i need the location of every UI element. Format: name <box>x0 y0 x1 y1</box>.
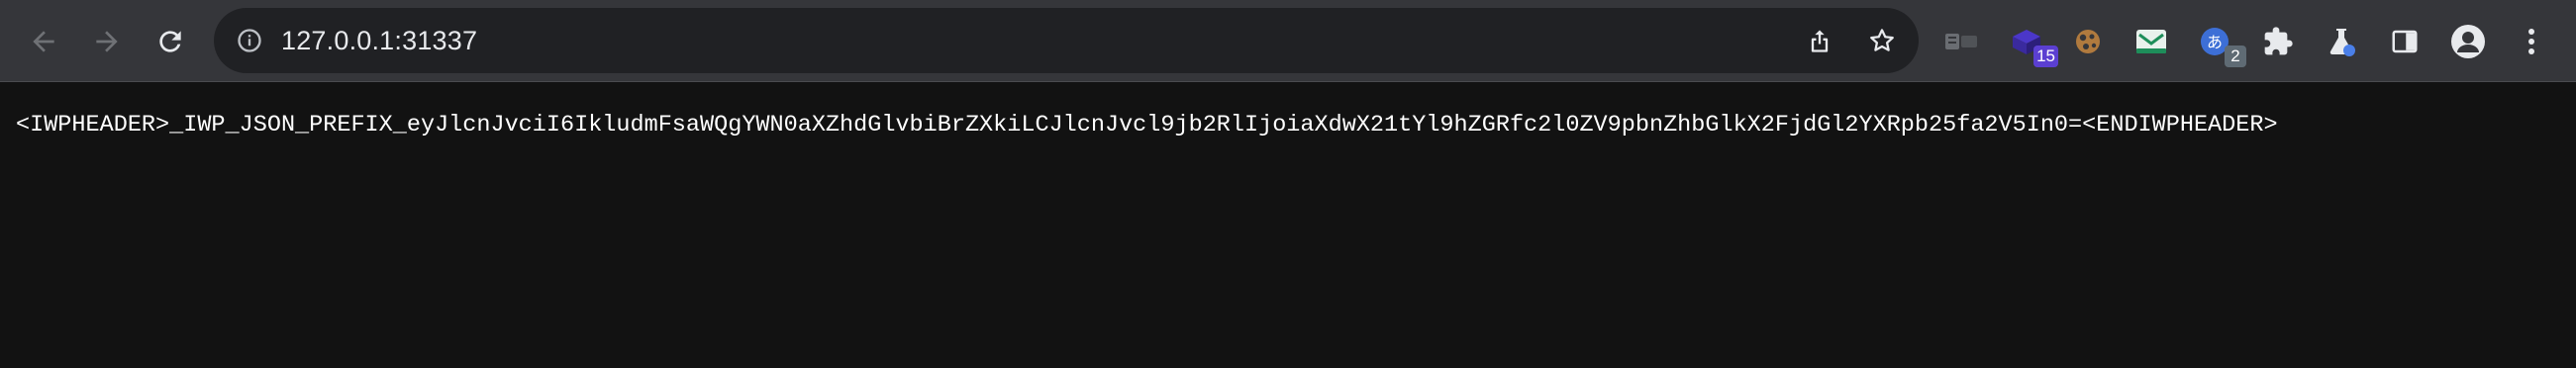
star-icon <box>1870 29 1894 51</box>
profile-icon <box>2451 25 2485 58</box>
reload-button[interactable] <box>147 18 194 65</box>
url-text[interactable]: 127.0.0.1:31337 <box>281 8 477 73</box>
profile-button[interactable] <box>2444 18 2492 65</box>
share-icon <box>1811 30 1829 52</box>
share-button[interactable] <box>1798 19 1841 62</box>
flask-icon <box>2329 29 2355 56</box>
puzzle-icon <box>2264 27 2293 55</box>
extension-cookie[interactable] <box>2064 18 2112 65</box>
side-panel-button[interactable] <box>2381 18 2428 65</box>
extension-badge: 2 <box>2225 46 2246 67</box>
extension-cube[interactable]: 15 <box>2003 18 2058 67</box>
mail-icon <box>2136 30 2166 53</box>
response-text: <IWPHEADER>_IWP_JSON_PREFIX_eyJlcnJvciI6… <box>16 112 2278 138</box>
arrow-left-icon <box>33 31 54 52</box>
back-button[interactable] <box>20 18 67 65</box>
kebab-menu-icon <box>2528 29 2534 54</box>
cookie-icon <box>2076 30 2100 53</box>
browser-toolbar: 127.0.0.1:31337 15 あ 2 <box>0 0 2576 82</box>
extension-mail[interactable] <box>2128 18 2175 65</box>
side-panel-icon <box>2392 30 2418 53</box>
extension-badge: 15 <box>2033 46 2058 67</box>
reload-icon <box>159 31 181 52</box>
address-bar[interactable]: 127.0.0.1:31337 <box>214 8 1919 73</box>
page-content: <IWPHEADER>_IWP_JSON_PREFIX_eyJlcnJvciI6… <box>0 82 2576 368</box>
bookmark-button[interactable] <box>1860 19 1904 62</box>
chip-icon <box>1945 34 1977 49</box>
forward-button[interactable] <box>83 18 131 65</box>
extensions-menu-button[interactable] <box>2254 18 2302 65</box>
extension-flask[interactable] <box>2318 18 2365 65</box>
site-info-icon <box>238 29 261 52</box>
extension-translate[interactable]: あ 2 <box>2191 18 2246 67</box>
site-info-button[interactable] <box>232 23 267 58</box>
extension-chip[interactable] <box>1937 18 1985 65</box>
svg-text:あ: あ <box>2207 33 2223 51</box>
menu-button[interactable] <box>2508 18 2555 65</box>
arrow-right-icon <box>96 31 118 52</box>
